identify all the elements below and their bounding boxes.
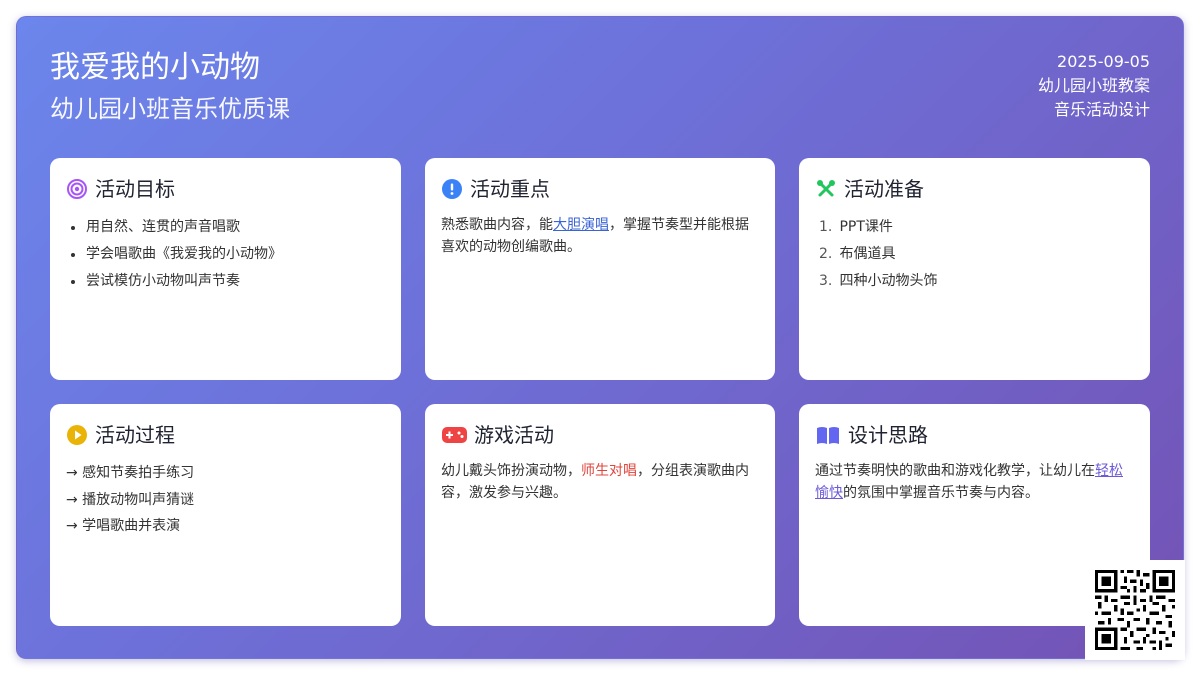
meta-category: 幼儿园小班教案 — [1037, 76, 1150, 95]
play-icon — [66, 424, 88, 446]
list-item: → 感知节奏拍手练习 — [66, 465, 195, 481]
key-text-start: 熟悉歌曲内容，能 — [441, 217, 553, 233]
list-item: 2. 布偶道具 — [819, 246, 896, 262]
game-highlight: 师生对唱 — [581, 463, 637, 479]
design-text-start: 通过节奏明快的歌曲和游戏化教学，让幼儿在 — [815, 463, 1095, 479]
list-item: 3. 四种小动物头饰 — [819, 273, 938, 289]
card-title: 活动目标 — [95, 177, 175, 201]
card-body: 通过节奏明快的歌曲和游戏化教学，让幼儿在轻松愉快的氛围中掌握音乐节奏与内容。 — [815, 460, 1134, 504]
qr-code-icon — [1085, 560, 1185, 660]
book-icon — [815, 424, 841, 446]
goals-list: 用自然、连贯的声音唱歌 学会唱歌曲《我爱我的小动物》 尝试模仿小动物叫声节奏 — [71, 214, 385, 295]
card-process: 活动过程 → 感知节奏拍手练习 → 播放动物叫声猜谜 → 学唱歌曲并表演 — [50, 404, 401, 626]
card-prep: 活动准备 1. PPT课件 2. 布偶道具 3. 四种小动物头饰 — [799, 158, 1150, 380]
card-header: 游戏活动 — [441, 422, 759, 448]
card-body: 1. PPT课件 2. 布偶道具 3. 四种小动物头饰 — [815, 214, 1134, 295]
card-title: 游戏活动 — [474, 423, 554, 447]
game-text-start: 幼儿戴头饰扮演动物， — [441, 463, 581, 479]
card-body: 用自然、连贯的声音唱歌 学会唱歌曲《我爱我的小动物》 尝试模仿小动物叫声节奏 — [66, 214, 385, 295]
key-highlight: 大胆演唱 — [553, 217, 609, 233]
list-item: 学会唱歌曲《我爱我的小动物》 — [71, 241, 385, 268]
card-goals: 活动目标 用自然、连贯的声音唱歌 学会唱歌曲《我爱我的小动物》 尝试模仿小动物叫… — [50, 158, 401, 380]
exclamation-icon — [441, 178, 463, 200]
header-meta: 2025-09-05 幼儿园小班教案 音乐活动设计 — [1038, 50, 1150, 122]
card-header: 活动过程 — [66, 422, 385, 448]
design-text-end: 的氛围中掌握音乐节奏与内容。 — [843, 485, 1039, 501]
list-item: 用自然、连贯的声音唱歌 — [71, 214, 385, 241]
list-item: → 学唱歌曲并表演 — [66, 518, 181, 534]
list-item: 尝试模仿小动物叫声节奏 — [71, 268, 385, 295]
card-header: 设计思路 — [815, 422, 1134, 448]
prep-list: 1. PPT课件 2. 布偶道具 3. 四种小动物头饰 — [819, 214, 1134, 295]
card-title: 活动过程 — [95, 423, 175, 447]
card-game: 游戏活动 幼儿戴头饰扮演动物，师生对唱，分组表演歌曲内容，激发参与兴趣。 — [425, 404, 775, 626]
gamepad-icon — [441, 424, 467, 446]
card-body: 幼儿戴头饰扮演动物，师生对唱，分组表演歌曲内容，激发参与兴趣。 — [441, 460, 759, 504]
card-header: 活动目标 — [66, 176, 385, 202]
list-item: → 播放动物叫声猜谜 — [66, 491, 195, 508]
meta-type: 音乐活动设计 — [1053, 100, 1150, 119]
list-item: 1. PPT课件 — [819, 219, 893, 235]
card-body: 熟悉歌曲内容，能大胆演唱，掌握节奏型并能根据喜欢的动物创编歌曲。 — [441, 214, 759, 258]
page-title: 我爱我的小动物 — [50, 50, 260, 85]
card-title: 设计思路 — [848, 423, 928, 447]
card-header: 活动重点 — [441, 176, 759, 202]
card-title: 活动重点 — [470, 177, 550, 201]
card-header: 活动准备 — [815, 176, 1134, 202]
card-title: 活动准备 — [844, 177, 924, 201]
target-icon — [66, 178, 88, 200]
date-label: 2025-09-05 — [1057, 52, 1150, 71]
card-body: → 感知节奏拍手练习 → 播放动物叫声猜谜 → 学唱歌曲并表演 — [66, 460, 385, 540]
page-subtitle: 幼儿园小班音乐优质课 — [50, 95, 290, 123]
card-key: 活动重点 熟悉歌曲内容，能大胆演唱，掌握节奏型并能根据喜欢的动物创编歌曲。 — [425, 158, 775, 380]
tools-icon — [815, 178, 837, 200]
